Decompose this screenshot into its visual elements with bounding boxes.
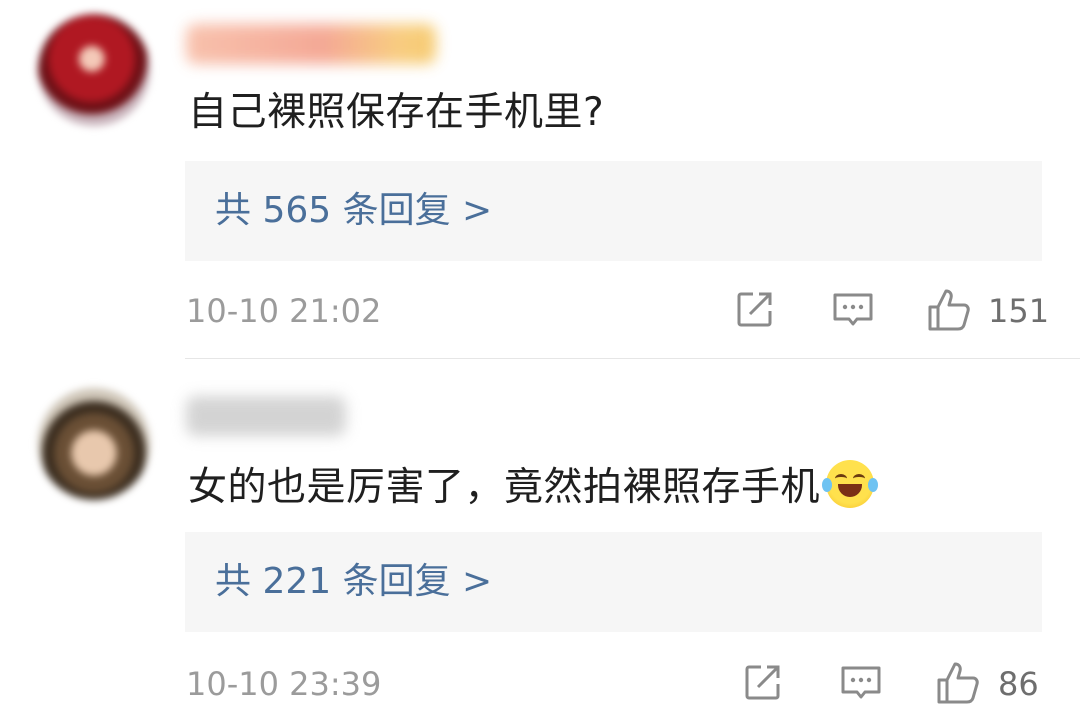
view-replies-button[interactable]: 共 221 条回复 >	[185, 532, 1042, 632]
repost-button[interactable]	[741, 660, 785, 704]
comment-timestamp: 10-10 21:02	[186, 292, 382, 330]
comment-text-body: 女的也是厉害了，竟然拍裸照存手机	[188, 465, 821, 510]
thumbs-up-icon	[928, 289, 970, 331]
reply-button[interactable]	[831, 287, 875, 331]
view-replies-button[interactable]: 共 565 条回复 >	[185, 161, 1042, 261]
like-count: 86	[998, 665, 1039, 703]
comment-icon	[833, 293, 873, 326]
comment-divider	[185, 358, 1080, 359]
username-blurred[interactable]	[186, 24, 436, 64]
like-count: 151	[988, 292, 1050, 330]
comment-timestamp: 10-10 23:39	[186, 665, 382, 703]
username-blurred[interactable]	[186, 396, 346, 436]
reply-button[interactable]	[839, 660, 883, 704]
avatar[interactable]	[38, 388, 150, 500]
comment-meta-row: 10-10 23:39 86	[0, 660, 1080, 710]
comment-icon	[841, 666, 881, 699]
replies-count-label: 共 221 条回复 >	[215, 561, 493, 602]
comment-item: 自己裸照保存在手机里? 共 565 条回复 > 10-10 21:02 151	[0, 0, 1080, 360]
like-button[interactable]	[926, 287, 972, 331]
laughing-tears-emoji-icon	[822, 460, 879, 508]
like-button[interactable]	[935, 660, 981, 704]
repost-button[interactable]	[733, 287, 777, 331]
repost-icon	[745, 665, 780, 700]
thumbs-up-icon	[937, 662, 979, 704]
comment-meta-row: 10-10 21:02 151	[0, 287, 1080, 337]
replies-count-label: 共 565 条回复 >	[215, 190, 493, 231]
comment-text: 女的也是厉害了，竟然拍裸照存手机	[188, 460, 879, 513]
comment-text: 自己裸照保存在手机里?	[188, 90, 605, 135]
repost-icon	[737, 292, 772, 327]
avatar[interactable]	[38, 14, 150, 126]
